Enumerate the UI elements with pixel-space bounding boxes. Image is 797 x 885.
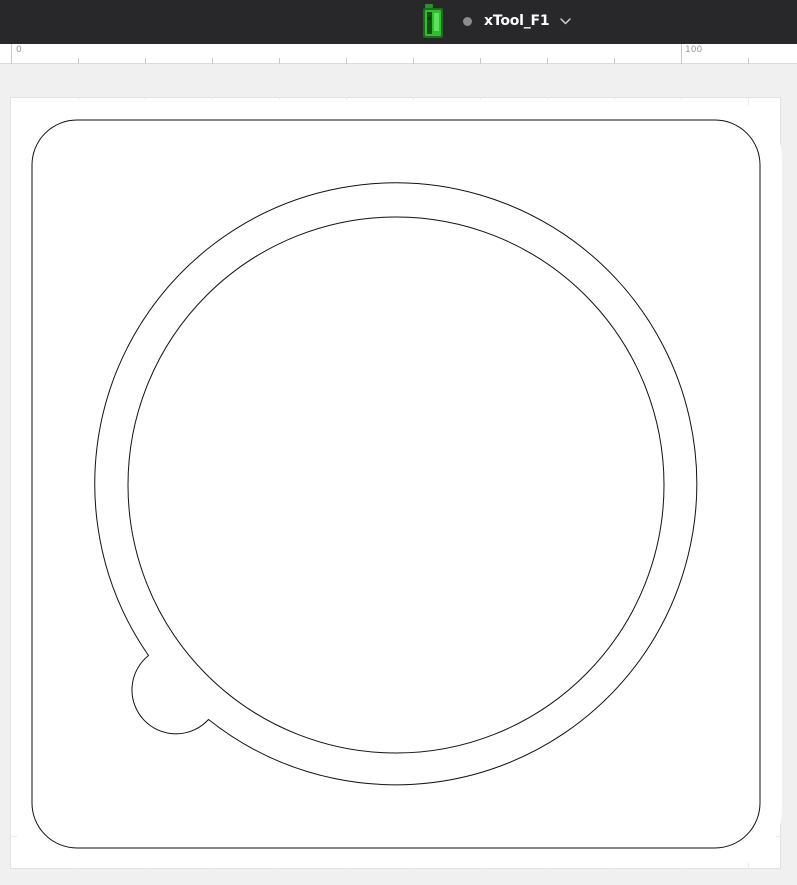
ruler-label-100: 100 (685, 45, 703, 55)
top-toolbar: xTool_F1 (0, 0, 797, 44)
horizontal-ruler[interactable]: 0 100 (0, 44, 797, 64)
connection-status-dot (463, 16, 472, 26)
laser-device-icon (423, 4, 443, 38)
chevron-down-icon[interactable] (560, 17, 572, 25)
canvas-workspace[interactable] (10, 97, 782, 870)
device-selector[interactable]: xTool_F1 (420, 3, 572, 39)
ruler-label-0: 0 (16, 45, 22, 55)
device-name: xTool_F1 (484, 13, 550, 29)
